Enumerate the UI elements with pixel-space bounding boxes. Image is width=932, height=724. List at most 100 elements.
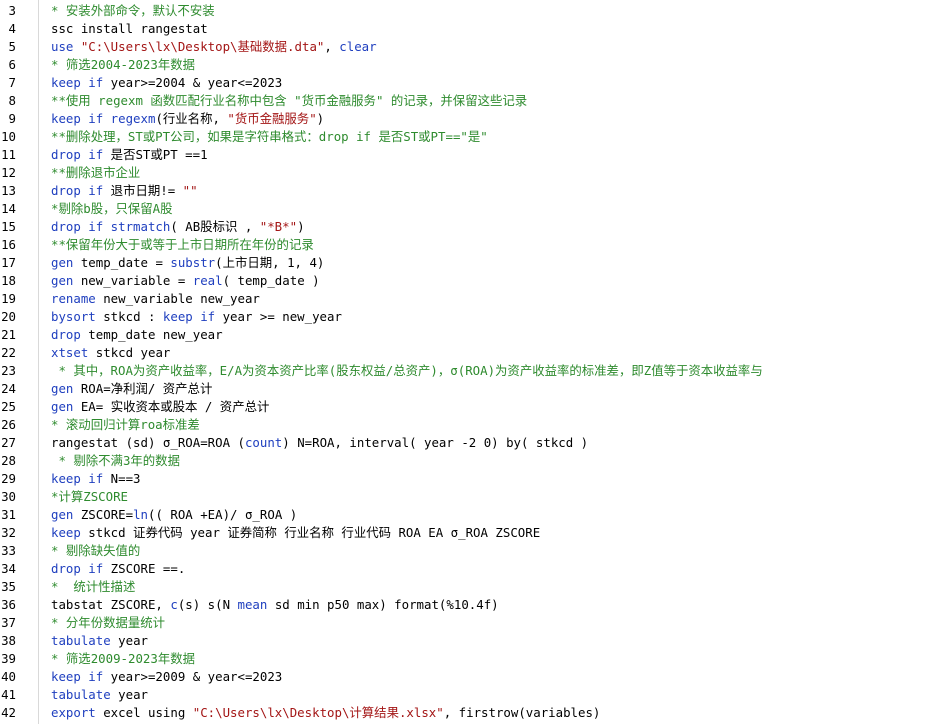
code-line[interactable]: 34 drop if ZSCORE ==. [0, 560, 932, 578]
code-token: keep if [51, 75, 104, 90]
code-token: * 剔除不满3年的数据 [51, 453, 180, 468]
code-token: tabulate [51, 687, 111, 702]
code-token: (行业名称, [155, 111, 228, 126]
code-token: gen [51, 381, 74, 396]
code-line[interactable]: 13 drop if 退市日期!= "" [0, 182, 932, 200]
code-line[interactable]: 5 use "C:\Users\lx\Desktop\基础数据.dta", cle… [0, 38, 932, 56]
line-number: 28 [1, 453, 16, 468]
code-line[interactable]: 36 tabstat ZSCORE, c(s) s(N mean sd min p… [0, 596, 932, 614]
code-text: drop if strmatch( AB股标识 , "*B*") [51, 218, 305, 236]
code-line[interactable]: 35 * 统计性描述 [0, 578, 932, 596]
code-text: keep if year>=2004 & year<=2023 [51, 74, 282, 92]
code-line[interactable]: 39 * 筛选2009-2023年数据 [0, 650, 932, 668]
line-number: 24 [1, 381, 16, 396]
code-text: tabulate year [51, 686, 148, 704]
code-line[interactable]: 16 **保留年份大于或等于上市日期所在年份的记录 [0, 236, 932, 254]
code-token: "*B*" [259, 219, 298, 234]
code-line[interactable]: 22 xtset stkcd year [0, 344, 932, 362]
code-token: year >= new_year [215, 309, 342, 324]
code-line[interactable]: 32 keep stkcd 证券代码 year 证券简称 行业名称 行业代码 RO… [0, 524, 932, 542]
code-text: * 其中，ROA为资产收益率，E/A为资本资产比率(股东权益/总资产)，σ(RO… [51, 362, 762, 380]
code-text: **使用 regexm 函数匹配行业名称中包含 "货币金融服务" 的记录，并保留… [51, 92, 527, 110]
code-token: rangestat (sd) σ_ROA=ROA ( [51, 435, 245, 450]
code-line[interactable]: 42 export excel using "C:\Users\lx\Deskto… [0, 704, 932, 722]
code-token: * 滚动回归计算roa标准差 [51, 417, 200, 432]
code-line[interactable]: 11 drop if 是否ST或PT ==1 [0, 146, 932, 164]
code-token: "C:\Users\lx\Desktop\基础数据.dta" [80, 39, 325, 54]
code-token: ZSCORE ==. [103, 561, 186, 576]
code-text: keep stkcd 证券代码 year 证券简称 行业名称 行业代码 ROA … [51, 524, 540, 542]
code-text: * 剔除缺失值的 [51, 542, 140, 560]
code-text: drop if 退市日期!= "" [51, 182, 198, 200]
code-line[interactable]: 17 gen temp_date = substr(上市日期, 1, 4) [0, 254, 932, 272]
code-token: mean [237, 597, 268, 612]
code-line[interactable]: 41 tabulate year [0, 686, 932, 704]
code-token: * 剔除缺失值的 [51, 543, 141, 558]
code-line[interactable]: 9 keep if regexm(行业名称, "货币金融服务") [0, 110, 932, 128]
code-token: c [170, 597, 178, 612]
code-text: xtset stkcd year [51, 344, 170, 362]
code-token: year [110, 687, 148, 702]
do-file-editor[interactable]: 3 * 安装外部命令，默认不安装 4 ssc install rangestat 5 us… [0, 0, 932, 724]
code-token: export [51, 705, 96, 720]
line-number: 33 [1, 543, 16, 558]
code-text: tabulate year [51, 632, 148, 650]
line-number: 6 [8, 57, 16, 72]
code-line[interactable]: 14 *剔除b股，只保留A股 [0, 200, 932, 218]
code-token: EA= 实收资本或股本 / 资产总计 [73, 399, 270, 414]
code-token: drop if [51, 183, 104, 198]
code-text: *剔除b股，只保留A股 [51, 200, 173, 218]
code-line[interactable]: 18 gen new_variable = real( temp_date ) [0, 272, 932, 290]
code-line[interactable]: 21 drop temp_date new_year [0, 326, 932, 344]
code-line[interactable]: 7 keep if year>=2004 & year<=2023 [0, 74, 932, 92]
code-text: ssc install rangestat [51, 20, 208, 38]
code-line[interactable]: 40 keep if year>=2009 & year<=2023 [0, 668, 932, 686]
code-line[interactable]: 25 gen EA= 实收资本或股本 / 资产总计 [0, 398, 932, 416]
code-line[interactable]: 27 rangestat (sd) σ_ROA=ROA (count) N=ROA… [0, 434, 932, 452]
code-token: new_variable = [73, 273, 193, 288]
code-token: ln [133, 507, 148, 522]
code-token: ) N=ROA, interval( year -2 0) by( stkcd … [282, 435, 589, 450]
line-number: 15 [1, 219, 16, 234]
code-text: **保留年份大于或等于上市日期所在年份的记录 [51, 236, 314, 254]
code-text: rename new_variable new_year [51, 290, 260, 308]
code-line[interactable]: 33 * 剔除缺失值的 [0, 542, 932, 560]
code-line[interactable]: 3 * 安装外部命令，默认不安装 [0, 2, 932, 20]
code-token: real [192, 273, 223, 288]
code-token: stkcd : [95, 309, 163, 324]
code-token: **使用 regexm 函数匹配行业名称中包含 "货币金融服务" 的记录，并保留… [51, 93, 528, 108]
code-line[interactable]: 10 **删除处理，ST或PT公司，如果是字符串格式：drop if 是否ST或P… [0, 128, 932, 146]
code-line[interactable]: 24 gen ROA=净利润/ 资产总计 [0, 380, 932, 398]
code-token: * 筛选2004-2023年数据 [51, 57, 196, 72]
code-text: keep if N==3 [51, 470, 141, 488]
line-number: 22 [1, 345, 16, 360]
line-number: 35 [1, 579, 16, 594]
code-line[interactable]: 20 bysort stkcd : keep if year >= new_yea… [0, 308, 932, 326]
line-number: 39 [1, 651, 16, 666]
code-text: use "C:\Users\lx\Desktop\基础数据.dta", clea… [51, 38, 377, 56]
code-line[interactable]: 8 **使用 regexm 函数匹配行业名称中包含 "货币金融服务" 的记录，并保… [0, 92, 932, 110]
code-token: tabstat ZSCORE, [51, 597, 171, 612]
code-token: ( AB股标识 , [170, 219, 260, 234]
code-line[interactable]: 4 ssc install rangestat [0, 20, 932, 38]
code-line[interactable]: 37 * 分年份数据量统计 [0, 614, 932, 632]
line-number: 14 [1, 201, 16, 216]
code-line[interactable]: 12 **删除退市企业 [0, 164, 932, 182]
code-line[interactable]: 19 rename new_variable new_year [0, 290, 932, 308]
code-line[interactable]: 30 *计算ZSCORE [0, 488, 932, 506]
code-text: *计算ZSCORE [51, 488, 128, 506]
code-line[interactable]: 6 * 筛选2004-2023年数据 [0, 56, 932, 74]
code-area[interactable]: 3 * 安装外部命令，默认不安装 4 ssc install rangestat 5 us… [0, 2, 932, 722]
line-number: 20 [1, 309, 16, 324]
code-token: drop [51, 327, 81, 342]
code-line[interactable]: 31 gen ZSCORE=ln(( ROA +EA)/ σ_ROA ) [0, 506, 932, 524]
code-line[interactable]: 29 keep if N==3 [0, 470, 932, 488]
code-line[interactable]: 23 * 其中，ROA为资产收益率，E/A为资本资产比率(股东权益/总资产)，σ… [0, 362, 932, 380]
code-line[interactable]: 28 * 剔除不满3年的数据 [0, 452, 932, 470]
code-line[interactable]: 15 drop if strmatch( AB股标识 , "*B*") [0, 218, 932, 236]
code-text: * 统计性描述 [51, 578, 135, 596]
code-line[interactable]: 26 * 滚动回归计算roa标准差 [0, 416, 932, 434]
code-line[interactable]: 38 tabulate year [0, 632, 932, 650]
code-token: temp_date new_year [80, 327, 223, 342]
code-token: *计算ZSCORE [51, 489, 128, 504]
